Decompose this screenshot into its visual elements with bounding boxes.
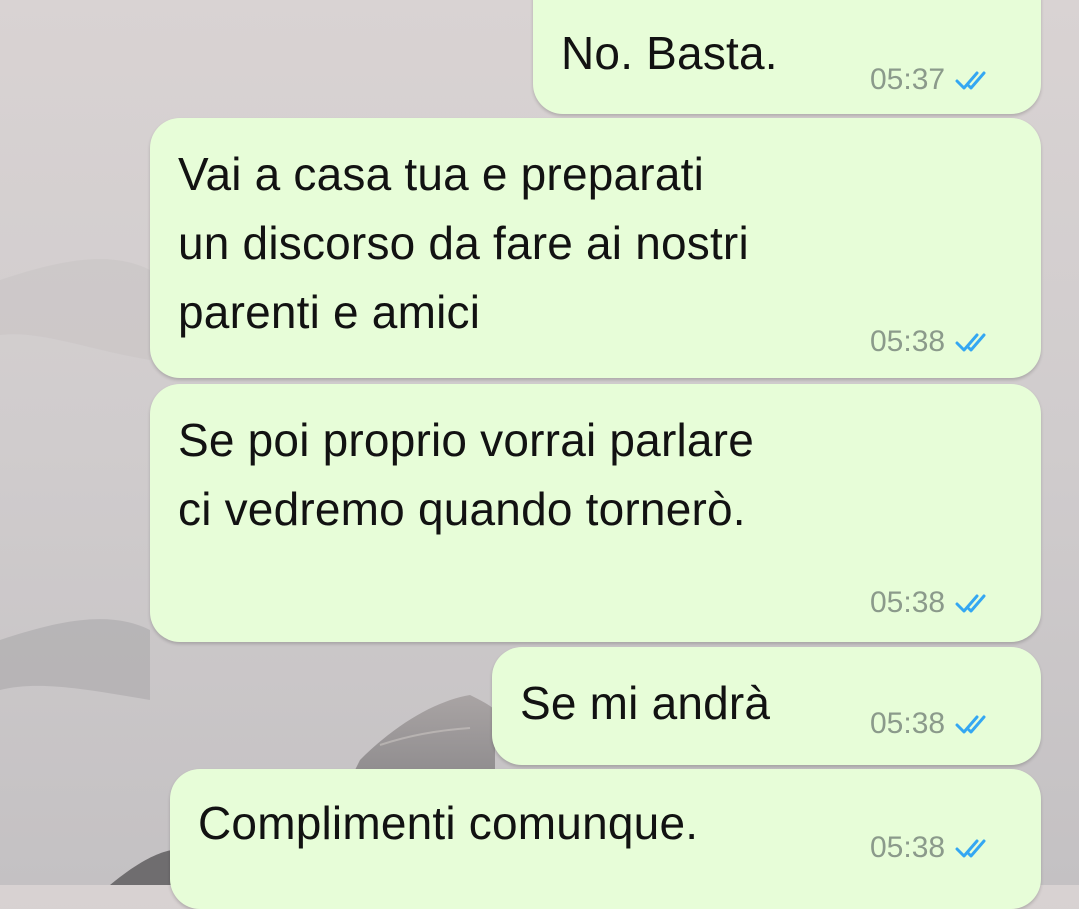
message-bubble-outgoing[interactable]: No. Basta. 05:37: [533, 0, 1041, 114]
double-check-read-icon: [955, 330, 995, 354]
double-check-read-icon: [955, 591, 995, 615]
message-timestamp: 05:38: [870, 707, 946, 740]
message-meta: 05:38: [870, 831, 995, 865]
message-bubble-outgoing[interactable]: Complimenti comunque. 05:38: [170, 769, 1041, 909]
message-timestamp: 05:38: [870, 831, 946, 864]
message-meta: 05:38: [870, 325, 995, 359]
message-text: Se mi andrà: [520, 677, 771, 729]
double-check-read-icon: [955, 68, 995, 92]
message-timestamp: 05:38: [870, 586, 946, 619]
message-meta: 05:38: [870, 586, 995, 620]
message-text: Complimenti comunque.: [198, 797, 699, 849]
message-meta: 05:38: [870, 707, 995, 741]
message-text: Se poi proprio vorrai parlare ci vedremo…: [178, 414, 754, 535]
message-timestamp: 05:37: [870, 63, 946, 96]
double-check-read-icon: [955, 712, 995, 736]
message-meta: 05:37: [870, 63, 995, 97]
message-bubble-outgoing[interactable]: Se mi andrà 05:38: [492, 647, 1041, 765]
message-bubble-outgoing[interactable]: Vai a casa tua e preparati un discorso d…: [150, 118, 1041, 378]
double-check-read-icon: [955, 836, 995, 860]
message-text: Vai a casa tua e preparati un discorso d…: [178, 148, 749, 338]
chat-message-list[interactable]: No. Basta. 05:37 Vai a casa tua e prepar…: [0, 0, 1079, 909]
message-timestamp: 05:38: [870, 325, 946, 358]
message-text: No. Basta.: [561, 27, 778, 79]
message-bubble-outgoing[interactable]: Se poi proprio vorrai parlare ci vedremo…: [150, 384, 1041, 642]
